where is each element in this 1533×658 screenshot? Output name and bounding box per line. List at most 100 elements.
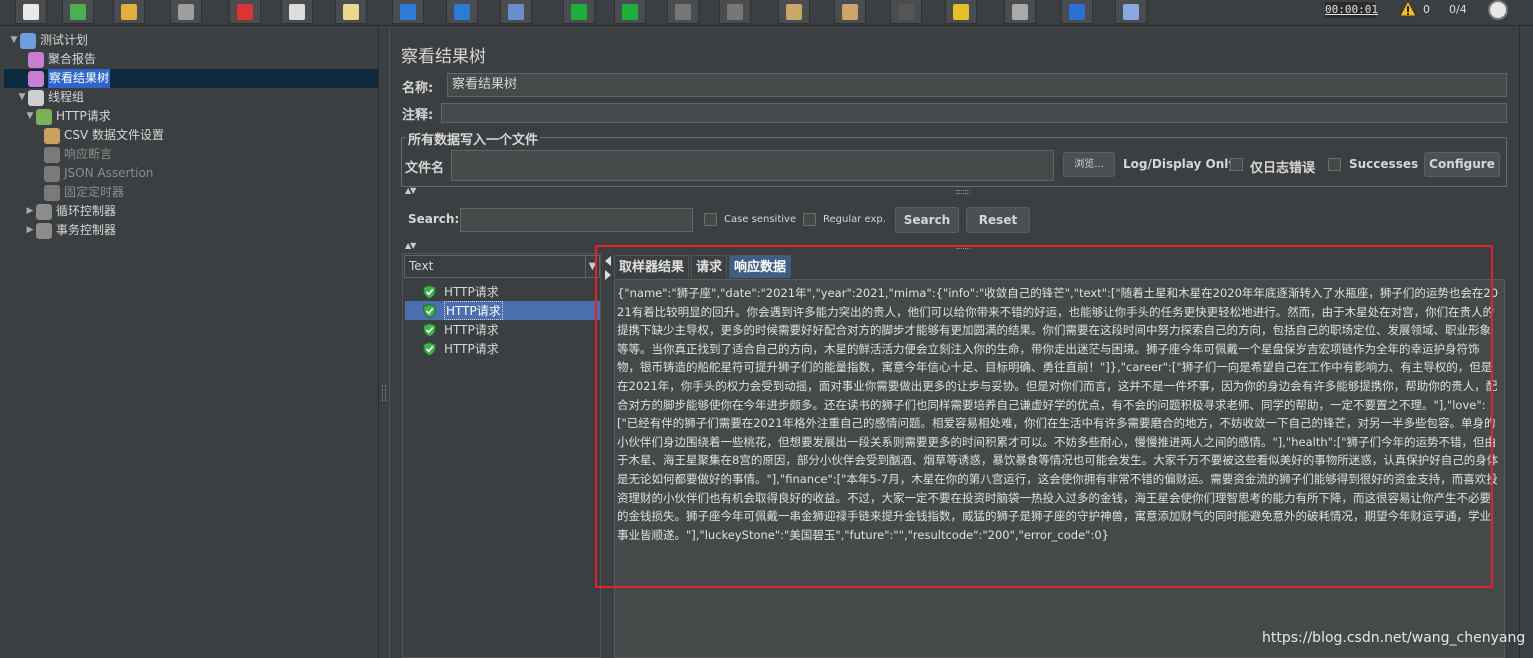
result-row[interactable]: HTTP请求 xyxy=(405,301,600,320)
splitter-grip[interactable] xyxy=(382,385,386,401)
expand-toggle-icon[interactable]: ▼ xyxy=(24,107,36,126)
tree-item-9[interactable]: ▶ 循环控制器 xyxy=(24,202,116,221)
clear-all-button[interactable] xyxy=(834,0,866,24)
tree-item-2[interactable]: 察看结果树 xyxy=(4,69,378,88)
collapse-down-icon[interactable]: ▲▼ xyxy=(405,241,416,250)
collapse-button[interactable] xyxy=(446,0,478,24)
cut-icon xyxy=(237,4,253,20)
tab-response-data[interactable]: 响应数据 xyxy=(729,255,792,278)
templates-button[interactable] xyxy=(62,0,94,24)
tree-item-7[interactable]: JSON Assertion xyxy=(32,164,153,183)
renderer-select[interactable]: Text xyxy=(404,255,600,278)
tab-request[interactable]: 请求 xyxy=(691,255,728,278)
tree-item-label: JSON Assertion xyxy=(64,166,154,180)
search-input[interactable] xyxy=(460,208,693,232)
expand-toggle-icon[interactable]: ▼ xyxy=(8,31,20,50)
name-label: 名称: xyxy=(402,81,434,96)
save-button[interactable] xyxy=(170,0,202,24)
result-row-label: HTTP请求 xyxy=(444,285,499,299)
warning-icon[interactable] xyxy=(1399,0,1417,18)
configure-button[interactable]: Configure xyxy=(1424,152,1500,177)
stop-button[interactable] xyxy=(667,0,699,24)
search-button[interactable] xyxy=(890,0,922,24)
controller-icon xyxy=(36,222,52,239)
expand-button[interactable] xyxy=(392,0,424,24)
result-row[interactable]: HTTP请求 xyxy=(405,282,600,301)
search-label: Search: xyxy=(408,212,460,226)
remote-status-icon[interactable] xyxy=(1488,0,1508,20)
expand-toggle-icon[interactable]: ▶ xyxy=(24,202,36,221)
save-icon xyxy=(178,4,194,20)
remote-button[interactable] xyxy=(1115,0,1147,24)
open-icon xyxy=(121,4,137,20)
tree-item-8[interactable]: 固定定时器 xyxy=(32,183,124,202)
errors-only-label: 仅日志错误 xyxy=(1250,161,1316,176)
start-no-pause-icon xyxy=(622,4,638,20)
start-no-pause-button[interactable] xyxy=(614,0,646,24)
controller-icon xyxy=(36,203,52,220)
browse-button[interactable]: 浏览... xyxy=(1063,152,1115,177)
tree-item-4[interactable]: ▼ HTTP请求 xyxy=(24,107,111,126)
paste-icon xyxy=(343,4,359,20)
cut-button[interactable] xyxy=(229,0,261,24)
window-edge xyxy=(1519,26,1533,658)
reset-search-icon xyxy=(953,4,969,20)
result-row[interactable]: HTTP请求 xyxy=(405,320,600,339)
tree-item-3[interactable]: ▼ 线程组 xyxy=(16,88,84,107)
tree-item-1[interactable]: 聚合报告 xyxy=(16,50,96,69)
tree-item-label: 察看结果树 xyxy=(48,69,111,88)
collapse-icon xyxy=(454,4,470,20)
shutdown-icon xyxy=(727,4,743,20)
tree-item-0[interactable]: ▼ 测试计划 xyxy=(8,31,88,50)
side-collapse[interactable] xyxy=(603,254,613,658)
file-group-title: 所有数据写入一个文件 xyxy=(406,129,541,148)
help-button[interactable] xyxy=(1061,0,1093,24)
tree-item-5[interactable]: CSV 数据文件设置 xyxy=(32,126,164,145)
function-helper-icon xyxy=(1012,4,1028,20)
comment-field[interactable] xyxy=(441,103,1507,123)
panel-title: 察看结果树 xyxy=(401,47,486,67)
start-icon xyxy=(571,4,587,20)
name-field[interactable]: 察看结果树 xyxy=(447,73,1507,97)
reset-search-button[interactable] xyxy=(945,0,977,24)
toggle-button[interactable] xyxy=(500,0,532,24)
regex-label: Regular exp. xyxy=(823,214,886,225)
open-button[interactable] xyxy=(113,0,145,24)
expand-toggle-icon[interactable]: ▼ xyxy=(16,88,28,107)
side-arrows-icon[interactable] xyxy=(603,254,613,284)
function-helper-button[interactable] xyxy=(1004,0,1036,24)
regex-checkbox[interactable] xyxy=(803,213,816,226)
case-sensitive-checkbox[interactable] xyxy=(704,213,717,226)
search-button[interactable]: Search xyxy=(895,207,959,233)
tree-item-10[interactable]: ▶ 事务控制器 xyxy=(24,221,116,240)
tab-sampler-result[interactable]: 取样器结果 xyxy=(614,255,690,278)
start-button[interactable] xyxy=(563,0,595,24)
splitter[interactable] xyxy=(380,28,388,658)
successes-checkbox[interactable] xyxy=(1328,158,1341,171)
copy-button[interactable] xyxy=(281,0,313,24)
reset-button[interactable]: Reset xyxy=(966,207,1030,233)
paste-button[interactable] xyxy=(335,0,367,24)
copy-icon xyxy=(289,4,305,20)
shutdown-button[interactable] xyxy=(719,0,751,24)
tree-item-6[interactable]: 响应断言 xyxy=(32,145,112,164)
filename-field[interactable] xyxy=(451,150,1054,181)
expand-toggle-icon[interactable]: ▶ xyxy=(24,221,36,240)
report-icon xyxy=(28,51,44,68)
toolbar: 00:00:01 0 0/4 xyxy=(0,0,1533,26)
new-button[interactable] xyxy=(15,0,47,24)
response-data-text[interactable]: {"name":"狮子座","date":"2021年","year":2021… xyxy=(617,284,1499,544)
clear-icon xyxy=(786,4,802,20)
filename-label: 文件名 xyxy=(405,161,445,176)
divider-grip-2[interactable] xyxy=(956,245,970,249)
result-row-label: HTTP请求 xyxy=(444,323,499,337)
chevron-down-icon[interactable]: ▼ xyxy=(585,256,599,277)
comment-label: 注释: xyxy=(402,108,434,123)
collapse-up-icon[interactable]: ▲▼ xyxy=(405,186,416,195)
clear-button[interactable] xyxy=(778,0,810,24)
errors-only-checkbox[interactable] xyxy=(1230,158,1243,171)
clear-all-icon xyxy=(842,4,858,20)
tree-item-label: 测试计划 xyxy=(40,33,89,47)
result-row[interactable]: HTTP请求 xyxy=(405,339,600,358)
divider-grip[interactable] xyxy=(956,190,970,194)
